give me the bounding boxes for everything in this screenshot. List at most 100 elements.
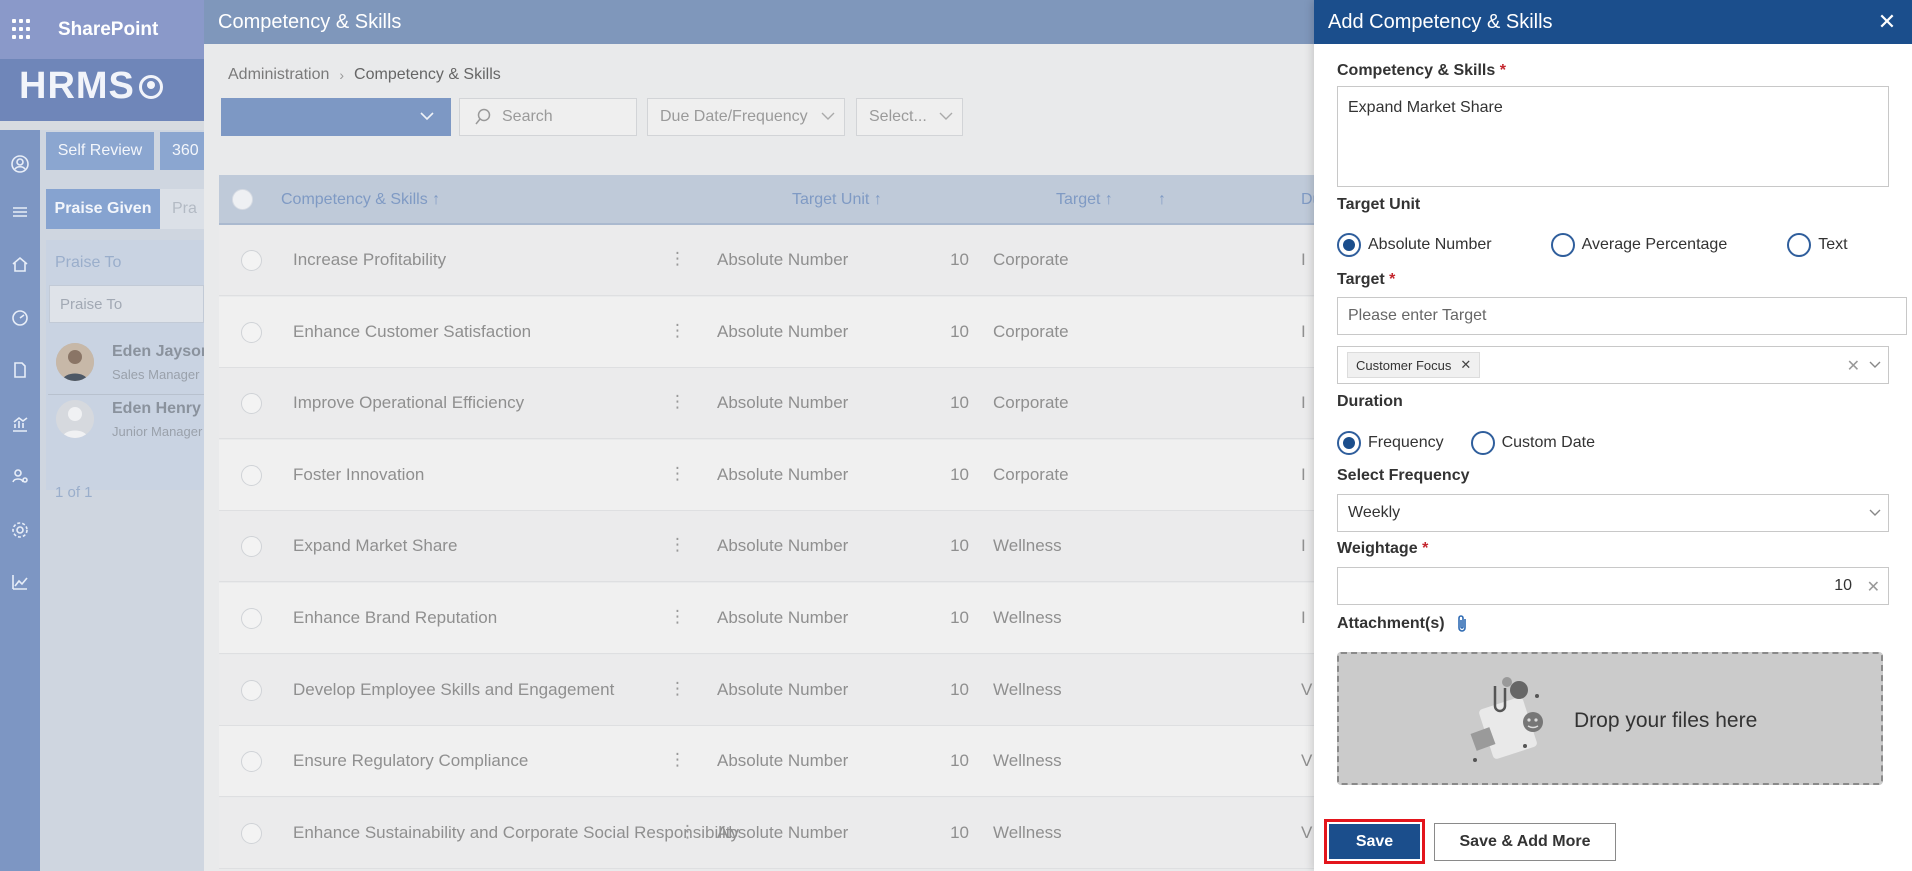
row-checkbox[interactable] — [241, 608, 262, 629]
select-dropdown[interactable]: Select... — [856, 98, 963, 136]
filter-dropdown[interactable] — [221, 98, 451, 136]
search-input[interactable]: Search — [459, 98, 637, 136]
analytics-icon[interactable] — [8, 412, 32, 436]
row-checkbox[interactable] — [241, 536, 262, 557]
weightage-label: Weightage * — [1337, 540, 1429, 557]
person-role: Sales Manager — [112, 367, 200, 382]
sort-arrow-icon[interactable]: ↑ — [1158, 191, 1166, 209]
due-cell: I — [1301, 465, 1306, 484]
left-navigation — [0, 130, 40, 871]
row-checkbox[interactable] — [241, 680, 262, 701]
menu-icon[interactable] — [8, 200, 32, 224]
breadcrumb-current: Competency & Skills — [354, 66, 501, 83]
profile-icon[interactable] — [8, 152, 32, 176]
due-date-frequency-dropdown[interactable]: Due Date/Frequency — [647, 98, 845, 136]
chevron-right-icon: › — [339, 67, 345, 83]
file-dropzone[interactable]: Drop your files here — [1337, 652, 1883, 785]
target-cell: 10 — [950, 608, 969, 627]
competency-textarea[interactable]: Expand Market Share — [1337, 86, 1889, 187]
table-row[interactable]: Develop Employee Skills and Engagement ⋮ A… — [219, 655, 1314, 726]
home-icon[interactable] — [8, 252, 32, 276]
chevron-down-icon — [939, 112, 953, 120]
chevron-down-icon[interactable] — [1868, 357, 1882, 371]
row-checkbox[interactable] — [241, 250, 262, 271]
app-launcher-icon[interactable] — [12, 18, 34, 41]
column-header-target-unit[interactable]: Target Unit ↑ — [792, 191, 882, 209]
target-unit-cell: Absolute Number — [717, 322, 849, 341]
target-unit-cell: Absolute Number — [717, 751, 849, 770]
row-checkbox[interactable] — [241, 322, 262, 343]
target-input[interactable]: Please enter Target — [1337, 297, 1907, 335]
paperclip-icon[interactable] — [1455, 614, 1469, 634]
search-icon — [475, 108, 491, 125]
table-row[interactable]: Enhance Sustainability and Corporate Soc… — [219, 798, 1314, 869]
radio-absolute-number[interactable]: Absolute Number — [1337, 233, 1492, 257]
row-checkbox[interactable] — [241, 751, 262, 772]
clear-icon[interactable]: ✕ — [1867, 577, 1880, 597]
breadcrumb: Administration › Competency & Skills — [228, 66, 501, 84]
praise-to-input[interactable]: Praise To — [49, 285, 204, 323]
chevron-down-icon — [821, 112, 835, 120]
column-header-target[interactable]: Target ↑ — [1056, 191, 1113, 209]
select-all-checkbox[interactable] — [232, 189, 253, 210]
more-options-icon[interactable]: ⋮ — [669, 321, 686, 341]
radio-custom-date[interactable]: Custom Date — [1470, 431, 1595, 455]
more-options-icon[interactable]: ⋮ — [669, 535, 686, 555]
category-cell: Corporate — [993, 393, 1069, 412]
tab-self-review[interactable]: Self Review — [46, 132, 154, 170]
duration-radio-group: Frequency Custom Date — [1337, 431, 1595, 455]
tag-picker[interactable]: Customer Focus ✕ ✕ — [1337, 346, 1889, 384]
breadcrumb-administration[interactable]: Administration — [228, 66, 329, 84]
competency-name: Enhance Sustainability and Corporate Soc… — [293, 823, 740, 842]
competency-name: Increase Profitability — [293, 250, 447, 269]
radio-frequency[interactable]: Frequency — [1337, 431, 1444, 455]
competency-name: Ensure Regulatory Compliance — [293, 751, 529, 770]
more-options-icon[interactable]: ⋮ — [669, 392, 686, 412]
category-cell: Wellness — [993, 823, 1062, 842]
table-row[interactable]: Increase Profitability ⋮ Absolute Number 10… — [219, 225, 1314, 296]
reports-icon[interactable] — [8, 570, 32, 594]
column-header-competency[interactable]: Competency & Skills ↑ — [281, 191, 440, 209]
user-settings-icon[interactable] — [8, 464, 32, 488]
tab-praise-received[interactable]: Pra — [160, 189, 204, 229]
gear-icon[interactable] — [8, 518, 32, 542]
table-row[interactable]: Enhance Brand Reputation ⋮ Absolute Number… — [219, 583, 1314, 654]
table-row[interactable]: Ensure Regulatory Compliance ⋮ Absolute Nu… — [219, 726, 1314, 797]
tag-customer-focus: Customer Focus ✕ — [1347, 352, 1481, 378]
target-cell: 10 — [950, 393, 969, 412]
suite-brand[interactable]: SharePoint — [58, 19, 158, 41]
tab-praise-given[interactable]: Praise Given — [46, 189, 160, 229]
list-item[interactable]: Eden Jayson Sales Manager — [48, 335, 211, 389]
tab-360[interactable]: 360 — [160, 132, 204, 170]
more-options-icon[interactable]: ⋮ — [669, 750, 686, 770]
save-and-add-more-button[interactable]: Save & Add More — [1434, 823, 1616, 861]
save-button[interactable]: Save — [1329, 824, 1420, 859]
weightage-input[interactable]: 10 ✕ — [1337, 567, 1889, 605]
table-row[interactable]: Enhance Customer Satisfaction ⋮ Absolute N… — [219, 297, 1314, 368]
radio-average-percentage[interactable]: Average Percentage — [1550, 233, 1727, 257]
due-cell: I — [1301, 608, 1306, 627]
more-options-icon[interactable]: ⋮ — [669, 464, 686, 484]
radio-text[interactable]: Text — [1787, 233, 1848, 257]
row-checkbox[interactable] — [241, 393, 262, 414]
clear-icon[interactable]: ✕ — [1847, 356, 1860, 376]
table-row[interactable]: Expand Market Share ⋮ Absolute Number 10 Wel… — [219, 511, 1314, 582]
row-checkbox[interactable] — [241, 823, 262, 844]
close-icon[interactable]: ✕ — [1874, 9, 1900, 35]
chevron-down-icon — [420, 112, 434, 121]
logo-bar: HRMS — [0, 59, 204, 121]
more-options-icon[interactable]: ⋮ — [669, 679, 686, 699]
frequency-dropdown[interactable]: Weekly — [1337, 494, 1889, 532]
suite-bar: SharePoint — [0, 0, 204, 59]
dashboard-icon[interactable] — [8, 306, 32, 330]
more-options-icon[interactable]: ⋮ — [669, 249, 686, 269]
row-checkbox[interactable] — [241, 465, 262, 486]
more-options-icon[interactable]: ⋮ — [679, 822, 696, 842]
more-options-icon[interactable]: ⋮ — [669, 607, 686, 627]
table-row[interactable]: Improve Operational Efficiency ⋮ Absolute … — [219, 368, 1314, 439]
list-item[interactable]: Eden Henry Junior Manager — [48, 392, 204, 446]
remove-tag-icon[interactable]: ✕ — [1460, 357, 1471, 373]
document-icon[interactable] — [8, 358, 32, 382]
table-row[interactable]: Foster Innovation ⋮ Absolute Number 10 Corpo… — [219, 440, 1314, 511]
chevron-down-icon — [1869, 509, 1881, 516]
